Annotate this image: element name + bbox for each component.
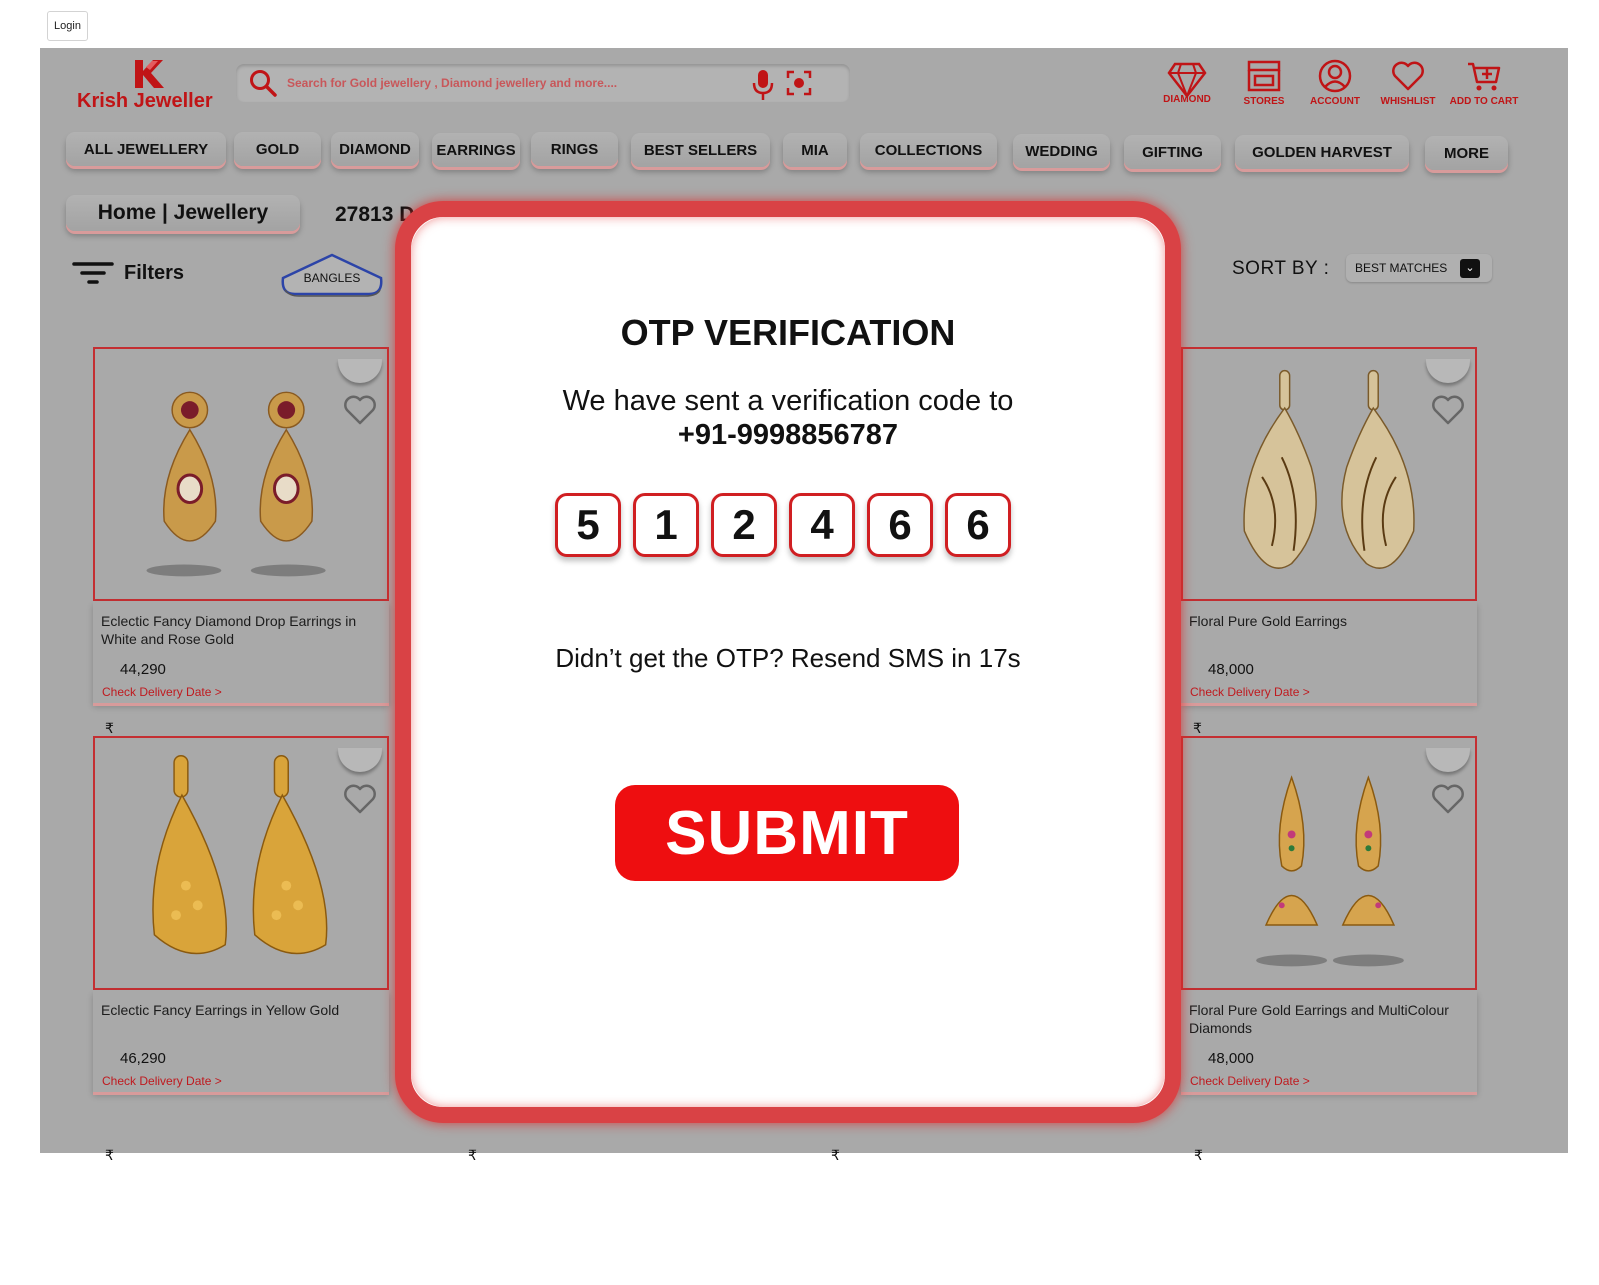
filters-label: Filters bbox=[124, 261, 185, 284]
check-delivery-link[interactable]: Check Delivery Date > bbox=[1190, 1074, 1310, 1088]
heart-icon[interactable] bbox=[1431, 783, 1465, 815]
search-input[interactable]: Search for Gold jewellery , Diamond jewe… bbox=[287, 76, 617, 90]
product-price: 46,290 bbox=[120, 1050, 166, 1067]
header-diamond[interactable]: DIAMOND bbox=[1147, 58, 1227, 110]
product-image-4[interactable] bbox=[1181, 736, 1477, 990]
nav-diamond[interactable]: DIAMOND bbox=[331, 132, 419, 166]
sort-by-label: SORT BY : bbox=[1232, 258, 1330, 279]
otp-digit-5[interactable]: 6 bbox=[867, 493, 933, 557]
heart-icon bbox=[1392, 61, 1424, 91]
nav-gifting[interactable]: GIFTING bbox=[1124, 135, 1221, 169]
cart-icon bbox=[1468, 62, 1501, 91]
header-wishlist[interactable]: WHISHLIST bbox=[1368, 58, 1448, 110]
header-diamond-label: DIAMOND bbox=[1163, 94, 1211, 105]
microphone-icon[interactable] bbox=[750, 68, 776, 102]
otp-digit-4[interactable]: 4 bbox=[789, 493, 855, 557]
heart-icon[interactable] bbox=[343, 394, 377, 426]
check-delivery-link[interactable]: Check Delivery Date > bbox=[102, 685, 222, 699]
rupee-symbol: ₹ bbox=[1194, 1147, 1203, 1163]
earring-image bbox=[146, 391, 326, 577]
otp-input-group: 5 1 2 4 6 6 bbox=[555, 493, 1015, 557]
product-name: Eclectic Fancy Diamond Drop Earrings in … bbox=[101, 613, 357, 647]
filters-toggle[interactable]: Filters bbox=[72, 258, 184, 288]
sort-dropdown[interactable]: BEST MATCHES ⌄ bbox=[1346, 254, 1492, 282]
earring-image bbox=[1243, 369, 1415, 569]
search-icon[interactable] bbox=[248, 68, 278, 98]
filter-icon bbox=[72, 262, 114, 284]
otp-phone-number: +91-9998856787 bbox=[677, 419, 899, 451]
heart-icon[interactable] bbox=[343, 783, 377, 815]
product-price: 44,290 bbox=[120, 661, 166, 678]
search-bar[interactable]: Search for Gold jewellery , Diamond jewe… bbox=[236, 64, 850, 102]
breadcrumb[interactable]: Home | Jewellery bbox=[66, 195, 300, 231]
submit-button[interactable]: SUBMIT bbox=[615, 785, 959, 881]
otp-modal-inner: OTP VERIFICATION We have sent a verifica… bbox=[411, 217, 1165, 1107]
check-delivery-link[interactable]: Check Delivery Date > bbox=[102, 1074, 222, 1088]
product-price: 48,000 bbox=[1208, 1050, 1254, 1067]
product-info-4[interactable]: Floral Pure Gold Earrings and MultiColou… bbox=[1181, 990, 1477, 1092]
otp-digit-2[interactable]: 1 bbox=[633, 493, 699, 557]
earring-image bbox=[1256, 775, 1404, 967]
header-account[interactable]: ACCOUNT bbox=[1295, 58, 1375, 110]
check-delivery-link[interactable]: Check Delivery Date > bbox=[1190, 685, 1310, 699]
header-stores[interactable]: STORES bbox=[1224, 58, 1304, 110]
otp-modal: OTP VERIFICATION We have sent a verifica… bbox=[395, 201, 1181, 1123]
nav-all-jewellery[interactable]: ALL JEWELLERY bbox=[66, 132, 226, 166]
brand-logo[interactable]: Krish Jeweller bbox=[77, 58, 227, 118]
otp-digit-6[interactable]: 6 bbox=[945, 493, 1011, 557]
otp-digit-3[interactable]: 2 bbox=[711, 493, 777, 557]
product-name: Eclectic Fancy Earrings in Yellow Gold bbox=[101, 1002, 340, 1018]
chip-label: BANGLES bbox=[303, 271, 361, 285]
header-stores-label: STORES bbox=[1243, 96, 1285, 107]
image-search-icon[interactable] bbox=[786, 70, 812, 96]
rupee-symbol: ₹ bbox=[105, 1147, 114, 1163]
nav-gold[interactable]: GOLD bbox=[234, 132, 321, 166]
header-wishlist-label: WHISHLIST bbox=[1380, 96, 1436, 107]
nav-golden-harvest[interactable]: GOLDEN HARVEST bbox=[1235, 135, 1409, 169]
login-button[interactable]: Login bbox=[47, 11, 88, 41]
header-account-label: ACCOUNT bbox=[1310, 96, 1360, 107]
product-image-1[interactable] bbox=[93, 347, 389, 601]
product-image-2[interactable] bbox=[1181, 347, 1477, 601]
nav-best-sellers[interactable]: BEST SELLERS bbox=[631, 133, 770, 167]
nav-rings[interactable]: RINGS bbox=[531, 132, 618, 166]
header-cart-label: ADD TO CART bbox=[1449, 96, 1519, 107]
otp-sent-text: We have sent a verification code to bbox=[562, 385, 1014, 417]
nav-wedding[interactable]: WEDDING bbox=[1013, 134, 1110, 168]
heart-icon[interactable] bbox=[1431, 394, 1465, 426]
store-icon bbox=[1247, 60, 1281, 92]
nav-more[interactable]: MORE bbox=[1425, 136, 1508, 170]
nav-earrings[interactable]: EARRINGS bbox=[432, 133, 520, 167]
earring-image bbox=[152, 754, 328, 955]
rupee-symbol: ₹ bbox=[831, 1147, 840, 1163]
product-name: Floral Pure Gold Earrings and MultiColou… bbox=[1189, 1002, 1449, 1036]
product-name: Floral Pure Gold Earrings bbox=[1189, 613, 1347, 629]
otp-title: OTP VERIFICATION bbox=[620, 312, 956, 353]
otp-digit-1[interactable]: 5 bbox=[555, 493, 621, 557]
brand-name: Krish Jeweller bbox=[77, 90, 213, 112]
filter-chip-bangles[interactable]: BANGLES bbox=[279, 252, 385, 298]
resend-otp-text[interactable]: Didn’t get the OTP? Resend SMS in 17s bbox=[411, 643, 1165, 674]
product-info-2[interactable]: Floral Pure Gold Earrings 48,000 Check D… bbox=[1181, 601, 1477, 703]
product-info-3[interactable]: Eclectic Fancy Earrings in Yellow Gold 4… bbox=[93, 990, 389, 1092]
rupee-symbol: ₹ bbox=[468, 1147, 477, 1163]
nav-mia[interactable]: MIA bbox=[783, 133, 847, 167]
header-cart[interactable]: ADD TO CART bbox=[1444, 58, 1524, 110]
sort-value: BEST MATCHES bbox=[1355, 261, 1448, 275]
account-icon bbox=[1318, 59, 1352, 93]
product-info-1[interactable]: Eclectic Fancy Diamond Drop Earrings in … bbox=[93, 601, 389, 703]
product-price: 48,000 bbox=[1208, 661, 1254, 678]
rupee-symbol: ₹ bbox=[105, 720, 114, 736]
diamond-icon bbox=[1167, 62, 1207, 98]
rupee-symbol: ₹ bbox=[1193, 720, 1202, 736]
nav-collections[interactable]: COLLECTIONS bbox=[860, 133, 997, 167]
product-image-3[interactable] bbox=[93, 736, 389, 990]
logo-k-icon bbox=[135, 60, 164, 88]
chevron-down-icon: ⌄ bbox=[1460, 259, 1480, 278]
